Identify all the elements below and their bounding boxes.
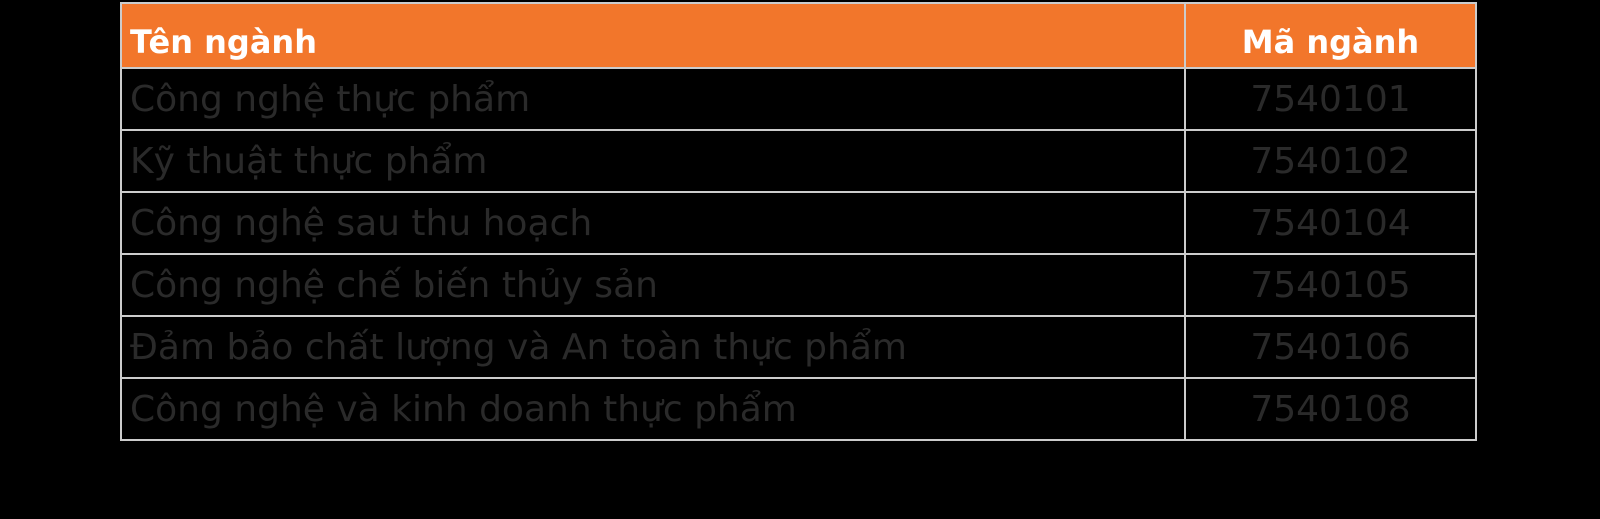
table-row: Công nghệ sau thu hoạch 7540104 <box>120 191 1477 255</box>
table-row: Công nghệ và kinh doanh thực phẩm 754010… <box>120 377 1477 441</box>
table-row: Công nghệ chế biến thủy sản 7540105 <box>120 253 1477 317</box>
major-name-cell: Công nghệ và kinh doanh thực phẩm <box>120 377 1186 441</box>
major-code-cell: 7540106 <box>1184 315 1477 379</box>
major-code-cell: 7540104 <box>1184 191 1477 255</box>
major-name-cell: Công nghệ thực phẩm <box>120 67 1186 131</box>
major-code-cell: 7540105 <box>1184 253 1477 317</box>
major-name-cell: Công nghệ chế biến thủy sản <box>120 253 1186 317</box>
major-name-cell: Kỹ thuật thực phẩm <box>120 129 1186 193</box>
major-code-cell: 7540101 <box>1184 67 1477 131</box>
table-row: Đảm bảo chất lượng và An toàn thực phẩm … <box>120 315 1477 379</box>
major-code-cell: 7540108 <box>1184 377 1477 441</box>
major-code-cell: 7540102 <box>1184 129 1477 193</box>
header-row: Tên ngành Mã ngành <box>120 2 1477 69</box>
table-body: Công nghệ thực phẩm 7540101 Kỹ thuật thự… <box>120 67 1477 441</box>
majors-table: Tên ngành Mã ngành Công nghệ thực phẩm 7… <box>120 2 1477 441</box>
major-name-cell: Đảm bảo chất lượng và An toàn thực phẩm <box>120 315 1186 379</box>
table-row: Kỹ thuật thực phẩm 7540102 <box>120 129 1477 193</box>
header-major-code: Mã ngành <box>1184 2 1477 69</box>
major-name-cell: Công nghệ sau thu hoạch <box>120 191 1186 255</box>
table-row: Công nghệ thực phẩm 7540101 <box>120 67 1477 131</box>
table-header: Tên ngành Mã ngành <box>120 2 1477 69</box>
header-major-name: Tên ngành <box>120 2 1186 69</box>
